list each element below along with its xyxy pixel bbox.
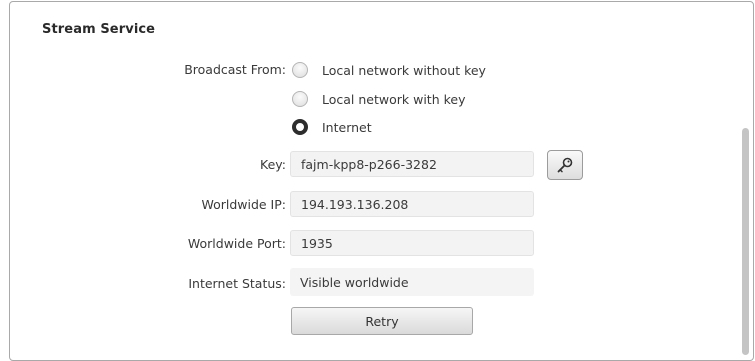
radio-internet[interactable]: Internet	[292, 117, 372, 137]
radio-label: Internet	[322, 119, 372, 135]
radio-button[interactable]	[292, 62, 308, 78]
worldwide-port-label: Worldwide Port:	[187, 236, 286, 251]
key-button[interactable]	[547, 150, 583, 180]
worldwide-ip-input[interactable]	[290, 191, 534, 217]
key-icon	[556, 156, 574, 174]
retry-button[interactable]: Retry	[291, 307, 473, 335]
key-input[interactable]	[290, 151, 534, 177]
broadcast-from-label: Broadcast From:	[184, 62, 286, 77]
internet-status-text: Visible worldwide	[300, 274, 409, 290]
internet-status-label: Internet Status:	[188, 276, 286, 291]
worldwide-ip-label: Worldwide IP:	[201, 197, 286, 212]
radio-local-network-with-key[interactable]: Local network with key	[292, 89, 465, 109]
internet-status-value: Visible worldwide	[290, 268, 534, 296]
radio-local-network-without-key[interactable]: Local network without key	[292, 60, 486, 80]
section-title: Stream Service	[42, 22, 156, 37]
radio-button-selected[interactable]	[292, 119, 308, 135]
scrollbar-thumb[interactable]	[742, 128, 749, 355]
radio-button[interactable]	[292, 91, 308, 107]
worldwide-port-input[interactable]	[290, 230, 534, 256]
radio-label: Local network without key	[322, 62, 486, 78]
radio-label: Local network with key	[322, 91, 466, 107]
key-label: Key:	[260, 157, 286, 172]
